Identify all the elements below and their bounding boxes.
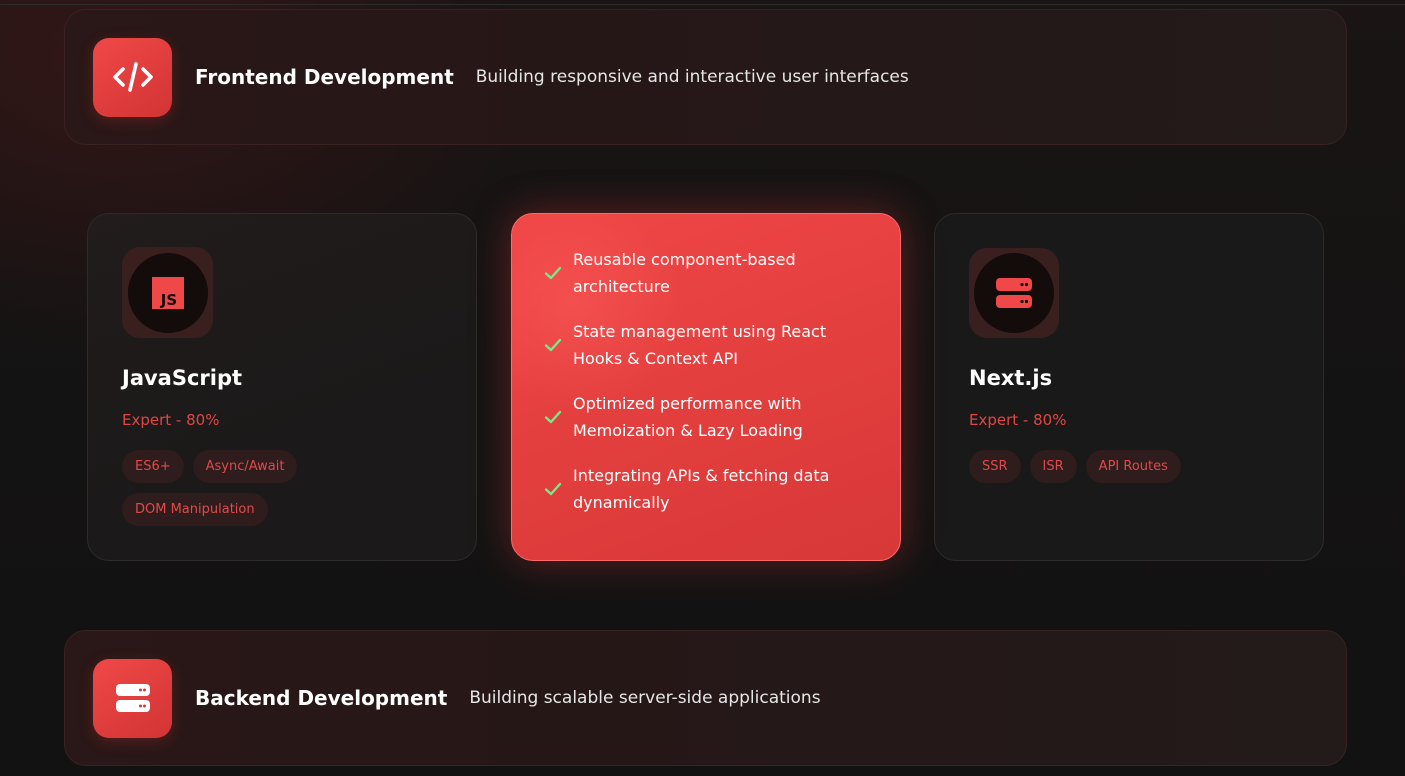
skill-tag: DOM Manipulation (122, 493, 268, 526)
backend-category-header[interactable]: Backend Development Building scalable se… (64, 630, 1347, 766)
feature-item: Reusable component-based architecture (544, 246, 874, 300)
check-icon (544, 482, 562, 496)
feature-text: Reusable component-based architecture (573, 250, 796, 296)
feature-item: Integrating APIs & fetching data dynamic… (544, 462, 874, 516)
check-icon (544, 338, 562, 352)
nextjs-skill-card[interactable]: Next.js Expert - 80% SSR ISR API Routes (934, 213, 1324, 561)
check-icon (544, 266, 562, 280)
feature-item: State management using React Hooks & Con… (544, 318, 874, 372)
category-description: Building scalable server-side applicatio… (469, 688, 821, 708)
skill-icon-circle: JS (127, 252, 208, 333)
skill-icon-container: JS (122, 247, 213, 338)
skill-tag: API Routes (1085, 450, 1181, 483)
feature-item: Optimized performance with Memoization &… (544, 390, 874, 444)
skill-icon-container (969, 248, 1059, 338)
category-title: Frontend Development (195, 65, 454, 89)
feature-text: Integrating APIs & fetching data dynamic… (573, 466, 830, 512)
skill-level: Expert - 80% (969, 411, 1067, 429)
skill-tag: ES6+ (122, 450, 184, 483)
skill-name: JavaScript (122, 366, 243, 390)
feature-list: Reusable component-based architecture St… (544, 246, 874, 534)
category-description: Building responsive and interactive user… (475, 67, 909, 87)
server-icon (996, 278, 1032, 308)
features-card[interactable]: Reusable component-based architecture St… (511, 213, 901, 561)
server-icon (93, 658, 172, 738)
skill-tag: ISR (1029, 450, 1077, 483)
code-icon (93, 37, 172, 117)
skill-tag: SSR (969, 450, 1021, 483)
feature-text: Optimized performance with Memoization &… (573, 394, 803, 440)
skill-level: Expert - 80% (122, 411, 220, 429)
frontend-category-header[interactable]: Frontend Development Building responsive… (64, 9, 1347, 145)
skill-tag: Async/Await (192, 450, 298, 483)
skill-tags: ES6+ Async/Await DOM Manipulation (122, 450, 442, 526)
top-divider (0, 4, 1405, 5)
category-title: Backend Development (195, 686, 448, 710)
javascript-icon: JS (151, 276, 184, 309)
skill-tags: SSR ISR API Routes (969, 450, 1289, 483)
skill-icon-circle (974, 253, 1054, 333)
javascript-icon-text: JS (159, 291, 176, 309)
skill-name: Next.js (969, 366, 1053, 390)
check-icon (544, 410, 562, 424)
javascript-skill-card[interactable]: JS JavaScript Expert - 80% ES6+ Async/Aw… (87, 213, 477, 561)
feature-text: State management using React Hooks & Con… (573, 322, 827, 368)
